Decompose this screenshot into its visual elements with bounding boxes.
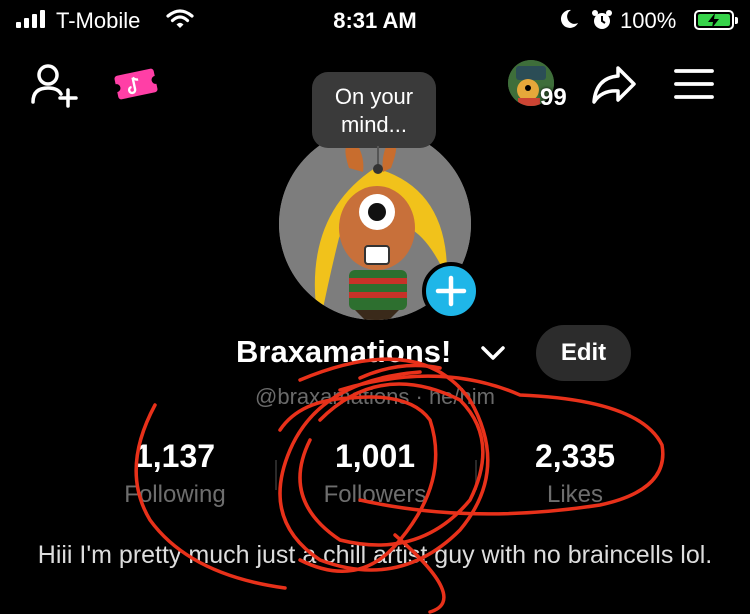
share-arrow-icon[interactable] bbox=[590, 64, 638, 106]
stat-followers[interactable]: 1,001 Followers bbox=[275, 438, 475, 509]
display-name: Braxamations! bbox=[236, 334, 452, 369]
followers-label: Followers bbox=[323, 481, 427, 508]
tiktok-ticket-icon[interactable] bbox=[112, 64, 160, 104]
stat-likes[interactable]: 2,335 Likes bbox=[475, 438, 675, 509]
edit-profile-button[interactable]: Edit bbox=[536, 325, 631, 381]
on-your-mind-bubble[interactable]: On your mind... bbox=[312, 72, 436, 148]
battery-percent: 100% bbox=[620, 8, 677, 33]
followers-count: 1,001 bbox=[334, 438, 416, 474]
likes-count: 2,335 bbox=[534, 438, 616, 474]
chevron-down-icon[interactable] bbox=[480, 344, 506, 362]
hamburger-menu-icon[interactable] bbox=[674, 68, 714, 100]
following-count: 1,137 bbox=[134, 438, 216, 474]
plus-icon bbox=[435, 275, 467, 307]
stat-following[interactable]: 1,137 Following bbox=[75, 438, 275, 509]
bio-text: Hiii I'm pretty much just a chill artist… bbox=[37, 541, 713, 569]
username-handle: @braxamations · he/him bbox=[255, 384, 495, 409]
battery-icon bbox=[694, 10, 738, 30]
following-label: Following bbox=[124, 481, 226, 508]
story-badge-count: 99 bbox=[540, 84, 567, 111]
person-plus-icon[interactable] bbox=[30, 62, 82, 108]
status-bar: T-Mobile 8:31 AM 100% bbox=[0, 0, 750, 44]
likes-label: Likes bbox=[546, 481, 604, 508]
bubble-text: On your mind... bbox=[334, 84, 414, 137]
bubble-tail-dot bbox=[373, 164, 383, 174]
alarm-icon bbox=[592, 10, 612, 29]
moon-icon bbox=[560, 9, 578, 28]
bubble-tail bbox=[377, 146, 379, 166]
add-story-button[interactable] bbox=[422, 262, 480, 320]
